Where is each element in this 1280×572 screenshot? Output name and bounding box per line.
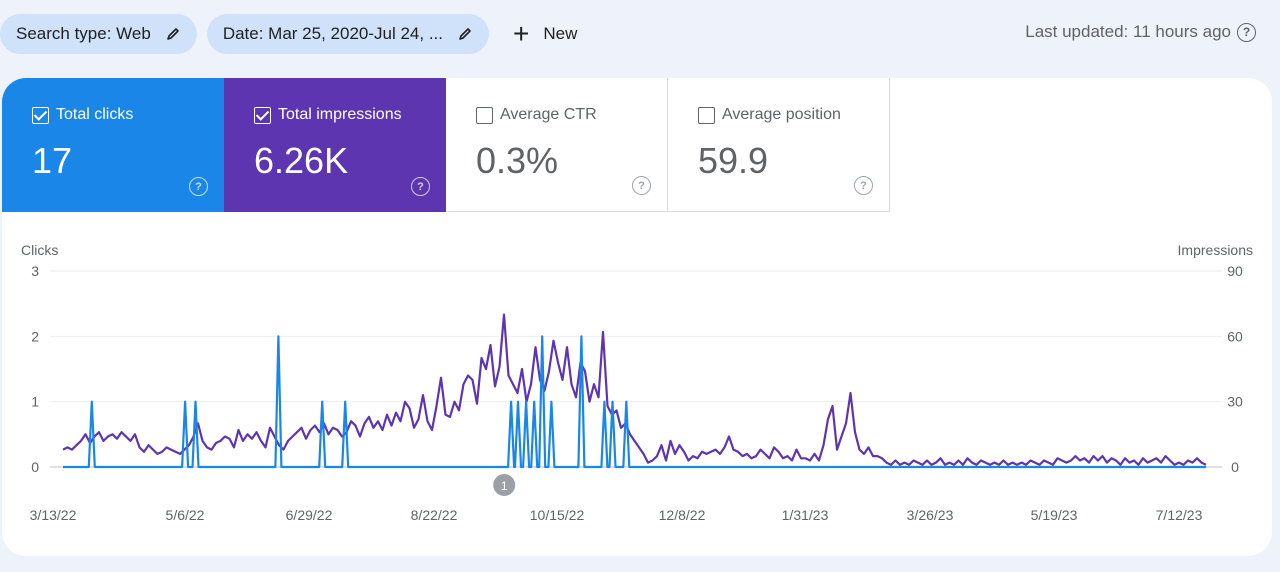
x-tick-label: 3/26/23 xyxy=(907,507,954,523)
help-icon[interactable]: ? xyxy=(1237,22,1256,42)
performance-card: Total clicks 17 ? Total impressions 6.26… xyxy=(2,78,1272,556)
metric-label: Total clicks xyxy=(56,106,134,123)
checkbox-unchecked-icon[interactable] xyxy=(476,106,493,124)
help-icon[interactable]: ? xyxy=(411,177,430,196)
x-tick-label: 8/22/22 xyxy=(411,507,458,523)
metric-total-clicks[interactable]: Total clicks 17 ? xyxy=(2,78,224,212)
filter-toolbar: Search type: Web Date: Mar 25, 2020-Jul … xyxy=(0,14,577,54)
performance-chart: Clicks Impressions 0 0 1 30 2 60 3 90 1 3/13/22 5… xyxy=(2,228,1272,548)
right-tick-label: 60 xyxy=(1227,328,1243,344)
x-tick-label: 7/12/23 xyxy=(1156,507,1203,523)
x-tick-label: 6/29/22 xyxy=(286,507,333,523)
help-icon[interactable]: ? xyxy=(854,176,873,195)
x-tick-label: 5/19/23 xyxy=(1031,507,1078,523)
right-tick-label: 0 xyxy=(1231,459,1239,475)
date-filter-chip[interactable]: Date: Mar 25, 2020-Jul 24, ... xyxy=(206,14,489,54)
annotation-label: 1 xyxy=(501,479,508,493)
x-tick-label: 3/13/22 xyxy=(30,507,77,523)
metric-label: Average CTR xyxy=(500,106,597,123)
checkbox-checked-icon[interactable] xyxy=(32,106,49,124)
left-tick-label: 3 xyxy=(31,263,39,279)
metric-value: 17 xyxy=(32,140,73,181)
left-tick-label: 0 xyxy=(31,459,39,475)
edit-pencil-icon xyxy=(167,28,179,40)
new-label: New xyxy=(543,24,578,43)
help-icon[interactable]: ? xyxy=(632,176,651,195)
last-updated-status: Last updated: 11 hours ago ? xyxy=(1025,22,1256,42)
search-type-label: Search type: Web xyxy=(16,24,151,43)
x-tick-label: 1/31/23 xyxy=(782,507,829,523)
chart-svg: Clicks Impressions 0 0 1 30 2 60 3 90 1 3/13/22 5… xyxy=(21,242,1253,523)
left-tick-label: 2 xyxy=(31,328,39,344)
metric-average-position[interactable]: Average position 59.9 ? xyxy=(668,78,890,212)
impressions-series-line xyxy=(62,313,1207,466)
plus-icon: + xyxy=(513,18,530,49)
metric-tabs: Total clicks 17 ? Total impressions 6.26… xyxy=(2,78,1272,212)
right-tick-label: 90 xyxy=(1227,263,1243,279)
checkbox-checked-icon[interactable] xyxy=(254,106,271,124)
x-tick-label: 12/8/22 xyxy=(659,507,706,523)
search-type-filter-chip[interactable]: Search type: Web xyxy=(0,14,197,54)
last-updated-text: Last updated: 11 hours ago xyxy=(1025,22,1231,41)
x-tick-label: 5/6/22 xyxy=(166,507,205,523)
new-filter-button[interactable]: + New xyxy=(513,20,577,48)
left-axis-title: Clicks xyxy=(21,242,58,258)
metric-value: 6.26K xyxy=(254,140,349,181)
metric-label: Average position xyxy=(722,106,841,123)
left-tick-label: 1 xyxy=(31,394,39,410)
right-axis-title: Impressions xyxy=(1178,242,1253,258)
help-icon[interactable]: ? xyxy=(189,177,208,196)
right-tick-label: 30 xyxy=(1227,394,1243,410)
date-range-label: Date: Mar 25, 2020-Jul 24, ... xyxy=(222,24,443,43)
metric-average-ctr[interactable]: Average CTR 0.3% ? xyxy=(446,78,668,212)
metric-label: Total impressions xyxy=(278,106,402,123)
metric-total-impressions[interactable]: Total impressions 6.26K ? xyxy=(224,78,446,212)
edit-pencil-icon xyxy=(459,28,471,40)
x-tick-label: 10/15/22 xyxy=(530,507,585,523)
checkbox-unchecked-icon[interactable] xyxy=(698,106,715,124)
